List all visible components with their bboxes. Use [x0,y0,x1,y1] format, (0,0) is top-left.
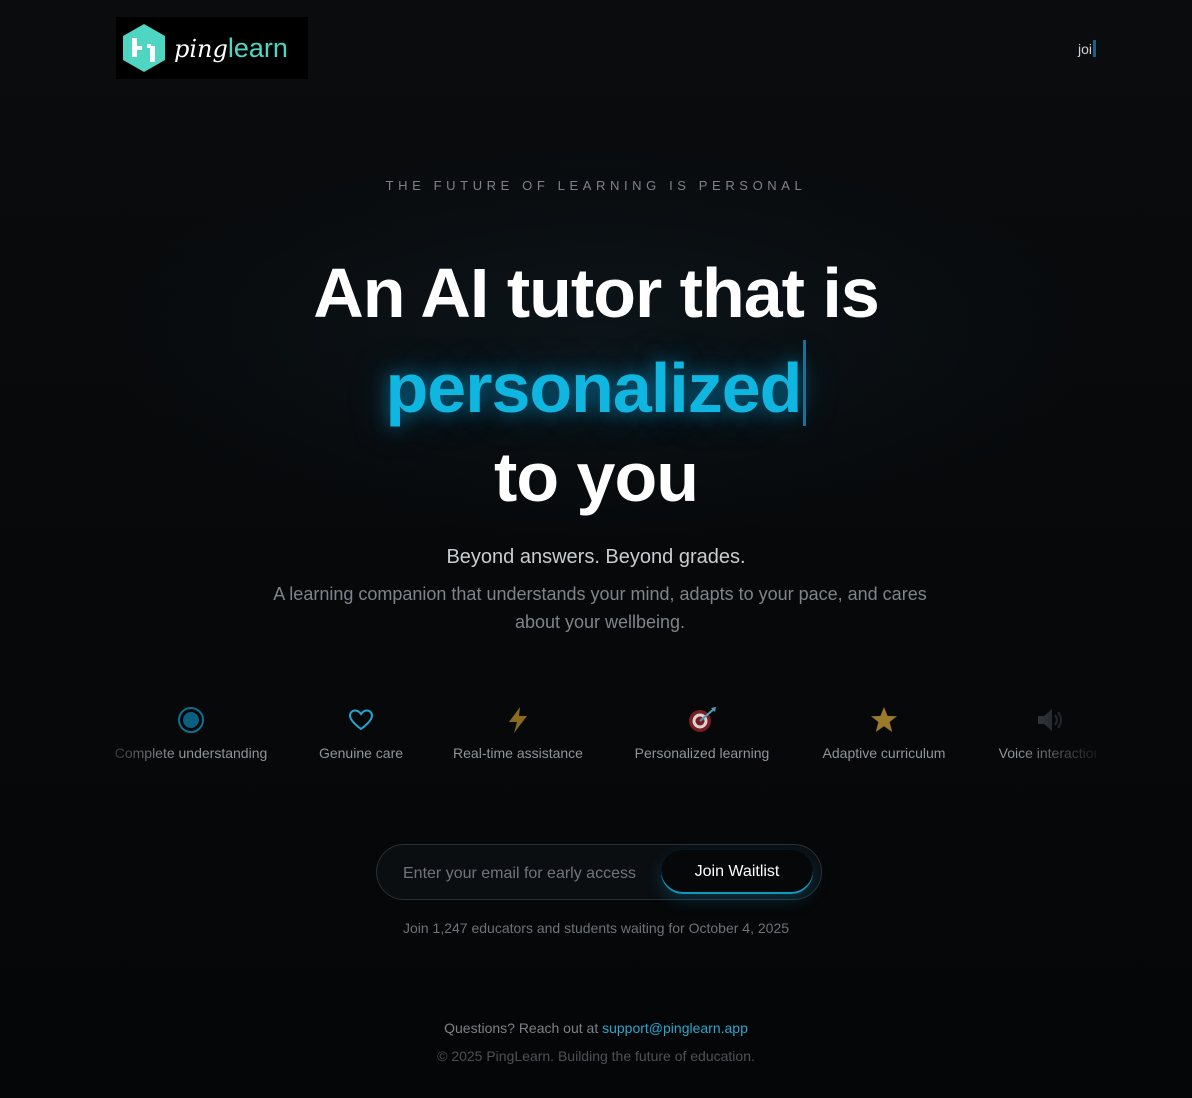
feature-label: Voice interaction [998,745,1096,761]
page: ping learn joi THE FUTURE OF LEARNING IS… [0,0,1192,1098]
nav-typing-label: joi [1077,40,1092,57]
logo-mark-icon [123,24,165,72]
feature-label: Personalized learning [634,745,770,761]
lightning-icon [418,700,618,736]
nav-typing-text: joi [1078,40,1096,57]
hero-eyebrow: THE FUTURE OF LEARNING IS PERSONAL [385,178,807,193]
feature-item-personalized-learning: Personalized learning [602,700,802,761]
footer-contact: Questions? Reach out at support@pinglear… [0,1020,1192,1036]
logo-wordmark: ping learn [174,33,288,64]
headline-highlight-text: personalized [385,349,803,427]
hero-description: A learning companion that understands yo… [273,584,927,632]
headline-highlight: personalized [0,340,1192,430]
footer-contact-prefix: Questions? Reach out at [444,1020,599,1036]
feature-label: Real-time assistance [453,745,583,761]
logo-text-learn: learn [227,32,288,63]
email-input[interactable] [401,859,655,889]
support-email-link[interactable]: support@pinglearn.app [602,1020,748,1036]
join-waitlist-button[interactable]: Join Waitlist [661,850,813,894]
features-carousel: Complete understanding Genuine care Real… [96,700,1096,780]
feature-item-voice-interaction: Voice interaction [950,700,1096,761]
headline-line-3: to you [494,438,699,516]
headline-caret-icon [803,340,807,426]
waitlist-count-note: Join 1,247 educators and students waitin… [402,920,790,936]
headline-line-1: An AI tutor that is [313,254,880,332]
waitlist-form: Join Waitlist [376,844,822,900]
logo-text-ping: ping [174,34,228,63]
feature-item-real-time-assistance: Real-time assistance [418,700,618,761]
speaker-icon [950,700,1096,736]
typing-caret-icon [1093,40,1096,57]
dart-target-icon [602,700,802,736]
logo[interactable]: ping learn [116,17,308,79]
hero-subheadline: Beyond answers. Beyond grades. [446,546,746,568]
footer-copyright: © 2025 PingLearn. Building the future of… [437,1048,755,1064]
